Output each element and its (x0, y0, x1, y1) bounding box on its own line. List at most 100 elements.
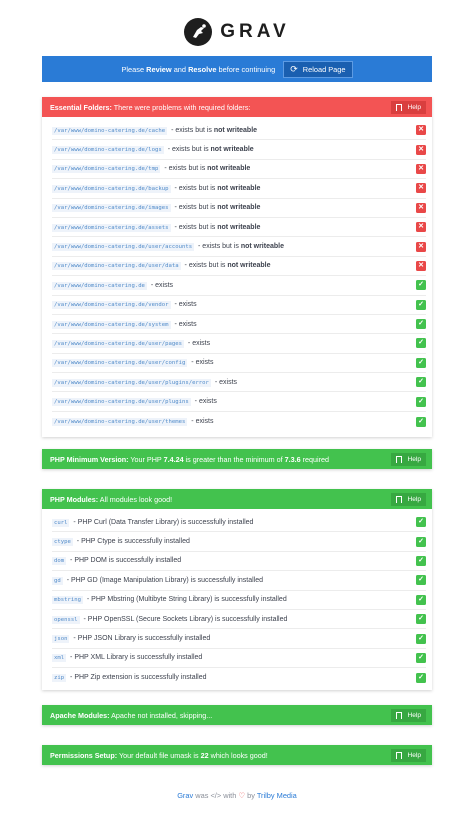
folder-row-text: /var/www/domino-catering.de/logs - exist… (52, 146, 254, 155)
folder-row-text: /var/www/domino-catering.de/tmp - exists… (52, 165, 250, 174)
php-min-title: PHP Minimum Version: (50, 454, 129, 464)
check-icon: ✓ (416, 338, 426, 349)
module-row: zip - PHP Zip extension is successfully … (52, 668, 426, 687)
module-row: curl - PHP Curl (Data Transfer Library) … (52, 513, 426, 533)
code-icon: </> (210, 791, 222, 800)
folder-path: /var/www/domino-catering.de/user/themes (52, 418, 188, 427)
module-code: json (52, 635, 70, 644)
module-code: mbstring (52, 596, 83, 605)
check-icon: ✓ (416, 416, 426, 427)
php-minimum-version: 7.3.6 (284, 454, 301, 464)
check-icon: ✓ (416, 672, 426, 683)
check-icon: ✓ (416, 280, 426, 291)
module-status-text: - PHP DOM is successfully installed (68, 557, 182, 565)
module-row-text: gd - PHP GD (Image Manipulation Library)… (52, 576, 263, 585)
check-icon: ✓ (416, 614, 426, 625)
php-current-version: 7.4.24 (163, 454, 184, 464)
review-suffix: before continuing (218, 64, 276, 74)
folder-row: /var/www/domino-catering.de/tmp - exists… (52, 160, 426, 180)
folder-row: /var/www/domino-catering.de/images - exi… (52, 199, 426, 218)
review-prefix: Please (121, 64, 145, 74)
folder-row-text: /var/www/domino-catering.de/backup - exi… (52, 184, 260, 193)
folder-row: /var/www/domino-catering.de/vendor - exi… (52, 296, 426, 315)
folder-row-text: /var/www/domino-catering.de/user/account… (52, 243, 284, 252)
php-min-version-panel: PHP Minimum Version: Your PHP 7.4.24 is … (42, 449, 432, 469)
refresh-icon: ⟳ (290, 63, 298, 74)
check-icon: ✓ (416, 652, 426, 663)
folder-status-bold: not writeable (217, 223, 261, 231)
folder-path: /var/www/domino-catering.de/logs (52, 146, 164, 155)
module-code: ctype (52, 538, 73, 547)
folder-path: /var/www/domino-catering.de/user/plugins… (52, 378, 211, 387)
folder-row-text: /var/www/domino-catering.de/user/plugins… (52, 398, 217, 407)
folder-row: /var/www/domino-catering.de/user/data - … (52, 257, 426, 277)
folder-path: /var/www/domino-catering.de/cache (52, 126, 168, 135)
check-icon: ✓ (416, 575, 426, 586)
grav-link[interactable]: Grav (177, 791, 193, 800)
permissions-msg2: which looks good! (208, 750, 268, 760)
x-icon: ✕ (416, 163, 426, 174)
folder-status-text: - exists but is (162, 165, 208, 173)
folder-status-bold: not writeable (217, 204, 261, 212)
check-icon: ✓ (416, 555, 426, 566)
php-min-msg2: is greater than the minimum of (183, 454, 285, 464)
reload-page-button[interactable]: ⟳ Reload Page (283, 60, 353, 78)
folder-row-text: /var/www/domino-catering.de/user/data - … (52, 262, 271, 271)
apache-help-button[interactable]: Help (391, 708, 426, 722)
module-check-list: curl - PHP Curl (Data Transfer Library) … (42, 509, 432, 693)
folder-status-bold: not writeable (210, 146, 254, 154)
module-row-text: mbstring - PHP Mbstring (Multibyte Strin… (52, 596, 287, 605)
help-label: Help (407, 455, 421, 463)
folder-row: /var/www/domino-catering.de/backup - exi… (52, 179, 426, 199)
grav-logo-mark (184, 18, 213, 46)
folder-path: /var/www/domino-catering.de/vendor (52, 301, 171, 310)
folder-status-bold: not writeable (240, 243, 284, 251)
footer-by: by (245, 791, 257, 800)
apache-modules-header: Apache Modules: Apache not installed, sk… (42, 705, 432, 725)
folder-row: /var/www/domino-catering.de/assets - exi… (52, 218, 426, 238)
essential-folders-help-button[interactable]: Help (391, 100, 426, 114)
check-icon: ✓ (416, 594, 426, 605)
permissions-help-button[interactable]: Help (391, 748, 426, 762)
folder-check-list: /var/www/domino-catering.de/cache - exis… (42, 117, 432, 436)
php-min-help-button[interactable]: Help (391, 452, 426, 466)
folder-path: /var/www/domino-catering.de/user/plugins (52, 398, 191, 407)
check-icon: ✓ (416, 319, 426, 330)
folder-status-text: - exists but is (182, 262, 228, 270)
folder-path: /var/www/domino-catering.de/assets (52, 223, 171, 232)
folder-row-text: /var/www/domino-catering.de - exists (52, 281, 174, 290)
folder-path: /var/www/domino-catering.de (52, 281, 147, 290)
php-modules-panel: PHP Modules: All modules look good! Help… (42, 489, 432, 690)
module-code: gd (52, 576, 63, 585)
help-label: Help (407, 751, 421, 759)
x-icon: ✕ (416, 202, 426, 213)
trilby-media-link[interactable]: Trilby Media (257, 791, 297, 800)
php-modules-help-button[interactable]: Help (391, 492, 426, 506)
module-code: zip (52, 674, 67, 683)
module-status-text: - PHP Mbstring (Multibyte String Library… (84, 596, 287, 604)
x-icon: ✕ (416, 125, 426, 136)
folder-path: /var/www/domino-catering.de/images (52, 204, 171, 213)
folder-row-text: /var/www/domino-catering.de/system - exi… (52, 320, 197, 329)
module-row-text: dom - PHP DOM is successfully installed (52, 557, 182, 566)
x-icon: ✕ (416, 260, 426, 271)
module-code: openssl (52, 615, 80, 624)
folder-row-text: /var/www/domino-catering.de/user/themes … (52, 418, 213, 427)
folder-status-text: - exists (148, 281, 174, 289)
module-row: mbstring - PHP Mbstring (Multibyte Strin… (52, 591, 426, 610)
check-icon: ✓ (416, 517, 426, 528)
bookmark-icon (396, 103, 403, 111)
folder-path: /var/www/domino-catering.de/tmp (52, 165, 161, 174)
folder-status-text: - exists but is (196, 243, 241, 251)
module-code: curl (52, 518, 70, 527)
review-notice-bar: Please Review and Resolve before continu… (42, 56, 432, 82)
module-row-text: curl - PHP Curl (Data Transfer Library) … (52, 518, 253, 527)
module-status-text: - PHP OpenSSL (Secure Sockets Library) i… (81, 615, 288, 623)
grav-logo-text: GRAV (220, 21, 290, 42)
folder-row: /var/www/domino-catering.de/user/themes … (52, 412, 426, 431)
module-code: dom (52, 557, 67, 566)
folder-status-text: - exists but is (172, 223, 218, 231)
footer-was: was (193, 791, 211, 800)
check-icon: ✓ (416, 377, 426, 388)
permissions-umask: 22 (200, 750, 209, 760)
